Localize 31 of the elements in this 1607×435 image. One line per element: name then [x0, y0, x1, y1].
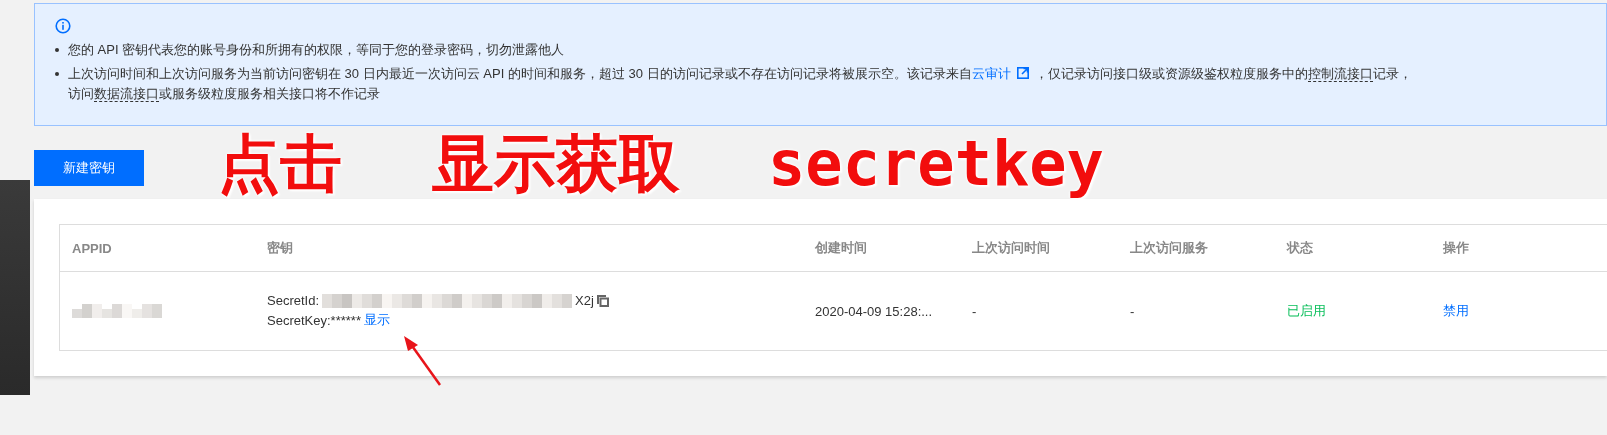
column-header: 操作 [1442, 239, 1470, 257]
secret-key-label: SecretKey:****** [267, 312, 361, 328]
secret-id-label: SecretId: [267, 293, 320, 308]
external-link-icon [1016, 67, 1029, 79]
info-icon [55, 18, 71, 34]
table-cell-text: - [1129, 303, 1136, 319]
column-header: 创建时间 [814, 239, 868, 257]
column-header: APPID [71, 240, 113, 256]
glossary-term[interactable]: 控制流接口 [1307, 66, 1373, 82]
disable-link[interactable]: 禁用 [1443, 302, 1469, 320]
bullet-icon [55, 72, 59, 76]
copy-icon[interactable] [596, 294, 609, 307]
bullet-icon [55, 48, 59, 52]
notice-text: 您的 API 密钥代表您的账号身份和所拥有的权限，等同于您的登录密码，切勿泄露他人 [68, 41, 565, 59]
table-cell-text: - [971, 303, 978, 319]
annotation-text: 显示获取 [432, 128, 680, 200]
notice-text: 上次访问时间和上次访问服务为当前访问密钥在 30 日内最近一次访问云 API 的时间和服务，超过 30 日的访问记录或不存在访问记录将被展示空。该记录来自云审计 ，仅记录访问接口级或资源级鉴权粒度服务中的控制流接口记录， 访问数据流接口或服务级粒度服务相关接口将不作记录 [68, 65, 1412, 104]
column-header: 状态 [1285, 239, 1314, 257]
annotation-text: secretkey [768, 128, 1104, 200]
show-link[interactable]: 显示 [363, 311, 390, 329]
column-header: 密钥 [266, 239, 294, 257]
cloud-audit-link[interactable]: 云审计 [971, 66, 1035, 81]
column-header: 上次访问时间 [971, 239, 1051, 257]
annotation-text: 点击 [218, 128, 342, 200]
glossary-term[interactable]: 数据流接口 [94, 86, 159, 102]
column-header: 上次访问服务 [1129, 239, 1209, 257]
arrow-drawing [402, 335, 444, 387]
secret-id-text: X2j [575, 293, 594, 308]
create-key-button[interactable]: 新建密钥 [34, 150, 144, 186]
table-cell-text: 2020-04-09 15:28:... [814, 303, 934, 319]
status-text: 已启用 [1287, 302, 1326, 320]
